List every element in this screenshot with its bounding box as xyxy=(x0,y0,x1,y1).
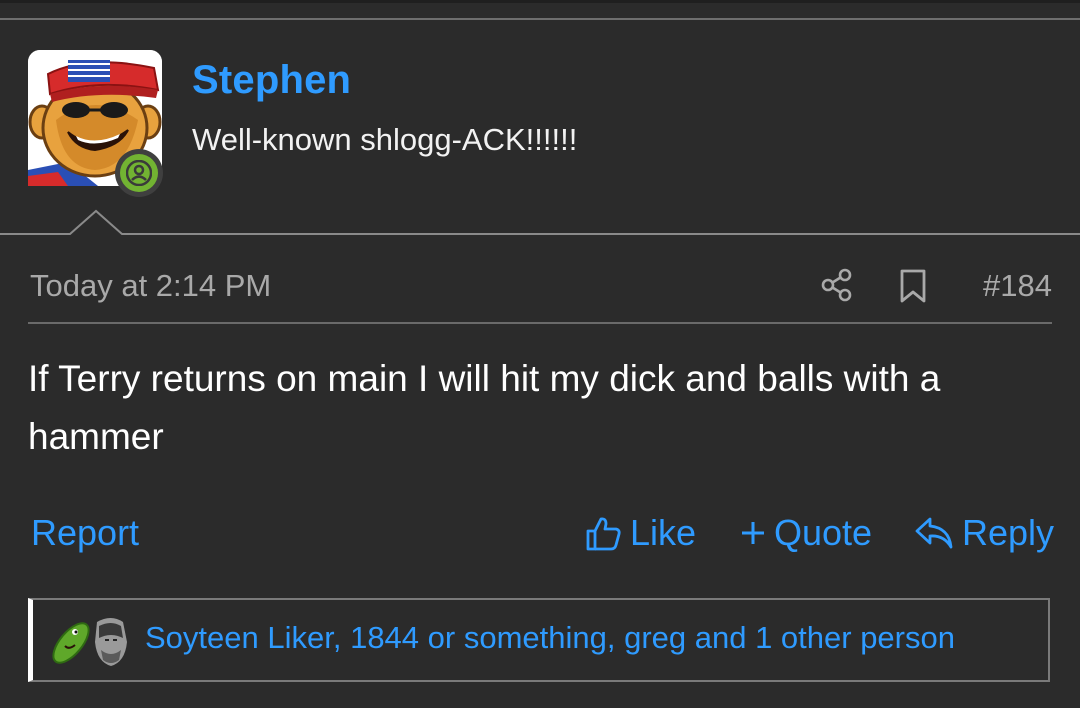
thumbs-up-icon xyxy=(586,517,621,551)
post-meta: Today at 2:14 PM #184 xyxy=(28,258,1052,324)
reply-label: Reply xyxy=(962,512,1055,553)
header-divider xyxy=(0,205,1080,239)
pickle-icon xyxy=(52,622,90,664)
like-label: Like xyxy=(630,512,697,553)
quote-label: Quote xyxy=(774,512,873,553)
bookmark-icon[interactable] xyxy=(898,268,928,304)
plus-icon xyxy=(742,522,764,544)
user-icon xyxy=(120,154,158,192)
reactions-bar[interactable]: Soyteen Liker, 1844 or something, greg a… xyxy=(28,598,1050,682)
post-timestamp[interactable]: Today at 2:14 PM xyxy=(30,268,271,304)
quote-button[interactable]: Quote xyxy=(740,512,872,554)
post-number[interactable]: #184 xyxy=(983,268,1052,304)
avatar[interactable] xyxy=(28,50,163,197)
post-message: If Terry returns on main I will hit my d… xyxy=(28,358,941,457)
online-status-badge xyxy=(115,149,163,197)
reply-button[interactable]: Reply xyxy=(914,512,1054,554)
top-border xyxy=(0,0,1080,3)
reactions-list-link[interactable]: Soyteen Liker, 1844 or something, greg a… xyxy=(145,620,955,656)
post-header: Stephen Well-known shlogg-ACK!!!!!! xyxy=(0,18,1080,236)
author-title: Well-known shlogg-ACK!!!!!! xyxy=(192,122,578,157)
share-icon[interactable] xyxy=(820,268,854,302)
author-name[interactable]: Stephen xyxy=(192,58,351,103)
report-link[interactable]: Report xyxy=(31,512,139,554)
reaction-icons xyxy=(52,618,127,666)
post-actions: Report Like Quote Reply xyxy=(28,508,1054,560)
reply-arrow-icon xyxy=(915,517,953,549)
like-button[interactable]: Like xyxy=(584,512,696,554)
gigachad-icon xyxy=(95,618,127,666)
